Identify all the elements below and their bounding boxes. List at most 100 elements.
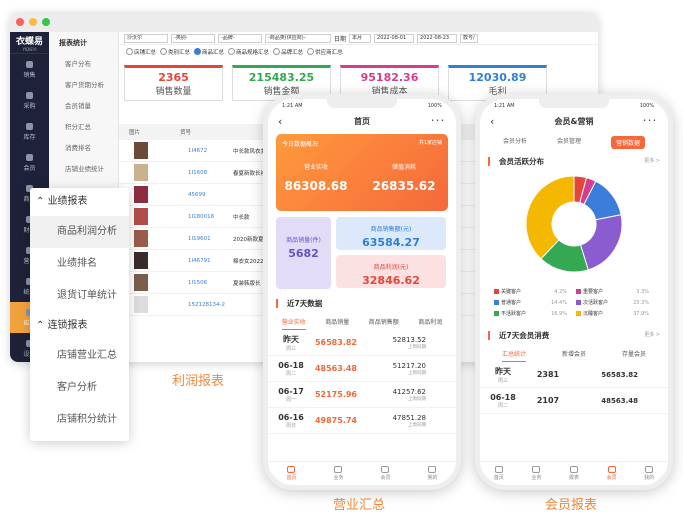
legend-item: 重要客户 3.3%: [576, 288, 654, 295]
list-item[interactable]: 06-18 周二 2107 48563.48: [480, 388, 668, 414]
nav-bar: ‹ 会员&营销 •••: [490, 114, 658, 128]
radio-brand[interactable]: 品牌汇总: [273, 48, 303, 56]
phone1-tabs: 营业实收 商品销量 商品销售额 商品利润: [272, 317, 452, 330]
back-icon[interactable]: ‹: [278, 115, 282, 128]
menu-item[interactable]: 店铺营业汇总: [30, 340, 129, 372]
pill-marketing[interactable]: 营销数据: [610, 136, 645, 149]
nav-member[interactable]: 会员: [10, 147, 49, 178]
tab[interactable]: 营业实收: [281, 317, 306, 330]
sub-item[interactable]: 客户货期分析: [49, 75, 118, 96]
tab[interactable]: 商品利润: [418, 317, 442, 330]
sub-item[interactable]: 消费排名: [49, 138, 118, 159]
menu-item[interactable]: 商品利润分析: [30, 216, 129, 248]
menu-group-performance[interactable]: ⌃ 业绩报表: [30, 188, 129, 216]
window-titlebar: [10, 12, 598, 32]
section-activity-header: 会员活跃分布 更多 >: [480, 157, 668, 166]
list-item[interactable]: 昨天 周三 2381 56583.82: [480, 362, 668, 388]
legend-item: 次活跃客户 23.3%: [576, 299, 654, 306]
maximize-dot-icon[interactable]: [42, 18, 50, 26]
tabbar-mine[interactable]: 我的: [427, 466, 438, 481]
tile-sales: 商品销售额(元) 63584.27: [336, 217, 446, 250]
tabbar-report[interactable]: 报表: [569, 466, 579, 481]
menu-item[interactable]: 业绩排名: [30, 248, 129, 280]
close-dot-icon[interactable]: [16, 18, 24, 26]
tab[interactable]: 存量会员: [622, 349, 646, 362]
pill-analysis[interactable]: 会员分析: [503, 136, 527, 149]
menu-item[interactable]: 退货订单统计: [30, 280, 129, 312]
member-icon: [607, 466, 616, 473]
pill-manage[interactable]: 会员管理: [557, 136, 581, 149]
caption-business-summary: 营业汇总: [333, 498, 386, 513]
radio-store[interactable]: 店铺汇总: [126, 48, 156, 56]
phone-member: 1:21 AM 100% ‹ 会员&营销 ••• 会员分析 会员管理 营销数据 会员活…: [475, 94, 673, 490]
list-item[interactable]: 06-17 周一 52175.96 41257.62 上周同期: [268, 382, 456, 408]
tabbar-home[interactable]: 首页: [286, 466, 297, 481]
more-icon[interactable]: •••: [431, 118, 446, 124]
tiles: 商品销量(件) 5682 商品销售额(元) 63584.27 商品利润(元) 3284…: [268, 215, 456, 293]
report-menu: ⌃ 业绩报表 商品利润分析 业绩排名 退货订单统计 ⌃ 连锁报表 店铺营业汇总 …: [30, 188, 129, 441]
legend-item: 关键客户 4.2%: [494, 288, 572, 295]
minimize-dot-icon[interactable]: [29, 18, 37, 26]
report-icon: [569, 466, 578, 473]
period-select[interactable]: 本月: [349, 33, 372, 43]
sub-menu-title: 报表统计: [59, 39, 87, 47]
tab-bar: 首页 业务 会员 我的: [268, 461, 456, 485]
tabbar-member[interactable]: 会员: [607, 466, 617, 481]
legend-item: 普通客户 14.4%: [494, 299, 572, 306]
tabbar-home[interactable]: 首页: [494, 466, 504, 481]
supplier-select[interactable]: -商品类(供应商)-: [265, 33, 331, 43]
nav-purchase[interactable]: 采购: [10, 85, 49, 116]
business-icon: [532, 466, 541, 473]
menu-item[interactable]: 客户分析: [30, 372, 129, 404]
list-item[interactable]: 昨天 周三 56583.82 52813.52 上周同期: [268, 330, 456, 356]
tab[interactable]: 商品销量: [325, 317, 349, 330]
tile-profit: 商品利润(元) 32846.62: [336, 255, 446, 288]
more-icon[interactable]: •••: [643, 118, 658, 124]
user-icon: [428, 466, 437, 473]
sub-item[interactable]: 店铺业绩统计: [49, 159, 118, 180]
menu-group-chain[interactable]: ⌃ 连锁报表: [30, 312, 129, 340]
tabbar-business[interactable]: 业务: [531, 466, 541, 481]
end-date-input[interactable]: 2022-08-23: [417, 33, 458, 43]
tile-qty: 商品销量(件) 5682: [276, 217, 331, 289]
business-icon: [334, 466, 343, 473]
legend-item: 不活跃客户 16.9%: [494, 310, 572, 317]
sub-item[interactable]: 会员销量: [49, 96, 118, 117]
tab[interactable]: 新增会员: [562, 349, 586, 362]
store-select[interactable]: 沙沃尔: [124, 33, 168, 43]
today-card: 今日数据概况 共1家店铺 营业实收 86308.68 储值消耗 26835.62: [276, 134, 448, 211]
activity-donut-chart: [525, 175, 623, 273]
list-item[interactable]: 06-16 周日 49875.74 47851.28 上周同期: [268, 408, 456, 434]
sub-item[interactable]: 积分汇总: [49, 117, 118, 138]
home-icon: [494, 466, 503, 473]
filter-bar: 沙沃尔 -类别- -品牌- -商品类(供应商)- 日期 本月 2022-08-0…: [119, 32, 598, 45]
radio-goods[interactable]: 商品汇总: [194, 48, 224, 56]
category-select[interactable]: -类别-: [171, 33, 215, 43]
tabbar-member[interactable]: 会员: [380, 466, 391, 481]
list-item[interactable]: 06-18 周二 48563.48 51217.20 上周同期: [268, 356, 456, 382]
menu-item[interactable]: 店铺积分统计: [30, 404, 129, 436]
tabbar-mine[interactable]: 我的: [644, 466, 654, 481]
legend-item: 沉睡客户 37.9%: [576, 310, 654, 317]
date-label: 日期: [334, 35, 347, 43]
user-icon: [645, 466, 654, 473]
nav-stock[interactable]: 库存: [10, 116, 49, 147]
tab[interactable]: 商品销售额: [369, 317, 399, 330]
radio-supplier[interactable]: 供应商汇总: [307, 48, 343, 56]
back-icon[interactable]: ‹: [490, 115, 494, 128]
phone2-pills: 会员分析 会员管理 营销数据: [488, 136, 660, 149]
radio-spec[interactable]: 商品规格汇总: [228, 48, 269, 56]
summary-radios: 店铺汇总 类别汇总 商品汇总 商品规格汇总 品牌汇总 供应商汇总: [119, 45, 598, 58]
caption-member-report: 会员报表: [545, 498, 598, 513]
phone2-tabs: 汇总统计 新增会员 存量会员: [484, 349, 664, 362]
phone-home: 1:21 AM 100% ‹ 首页 ••• 今日数据概况 共1家店铺 营业实收 863…: [263, 94, 461, 490]
style-no-input[interactable]: 款号/: [460, 33, 479, 43]
brand-select[interactable]: -品牌-: [218, 33, 262, 43]
radio-category[interactable]: 类别汇总: [160, 48, 190, 56]
tab[interactable]: 汇总统计: [501, 349, 526, 362]
section-7days: 近7天数据: [276, 299, 456, 308]
start-date-input[interactable]: 2022-08-01: [374, 33, 415, 43]
nav-sales[interactable]: 销售: [10, 54, 49, 85]
sub-item[interactable]: 客户分布: [49, 54, 118, 75]
tabbar-business[interactable]: 业务: [333, 466, 344, 481]
